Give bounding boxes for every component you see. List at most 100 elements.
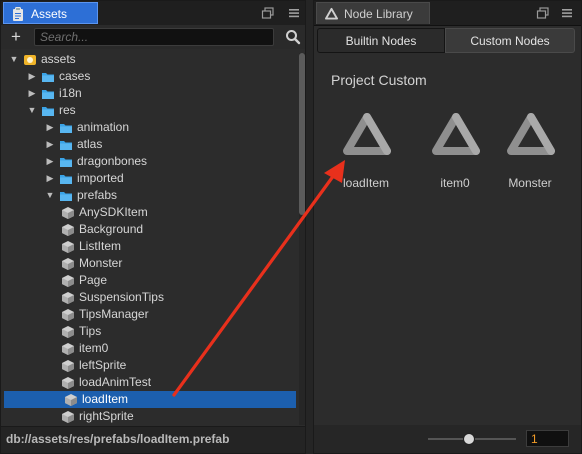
menu-icon[interactable] xyxy=(560,6,574,20)
custom-node-label: Monster xyxy=(508,176,552,190)
tree-item-label: Background xyxy=(79,222,144,236)
cube-icon xyxy=(62,326,74,338)
tree-item-label: res xyxy=(59,103,76,117)
zoom-value-input[interactable] xyxy=(526,430,569,447)
tab-assets-label: Assets xyxy=(31,7,68,21)
tree-item-label: prefabs xyxy=(77,188,118,202)
tree-item-prefab[interactable]: rightSprite xyxy=(1,408,298,425)
tree-item-folder[interactable]: ▼ res xyxy=(1,102,298,119)
tree-item-root[interactable]: ▼ assets xyxy=(1,51,298,68)
chevron-down-icon[interactable]: ▼ xyxy=(45,187,55,204)
tree-item-label: dragonbones xyxy=(77,154,148,168)
cube-icon xyxy=(62,258,74,270)
tree-item-label: ListItem xyxy=(79,239,122,253)
folder-icon xyxy=(42,90,54,99)
chevron-down-icon[interactable]: ▼ xyxy=(9,51,19,68)
asset-tree: ▼ assets ▶ cases ▶ i18n ▼ res ▶ animation ▶ atlas ▶ d… xyxy=(1,51,298,426)
assets-statusbar: db://assets/res/prefabs/loadItem.prefab xyxy=(1,426,305,453)
tree-item-prefab[interactable]: SuspensionTips xyxy=(1,289,298,306)
triangle-node-icon xyxy=(507,113,555,155)
chevron-right-icon[interactable]: ▶ xyxy=(45,170,55,187)
scrollbar-thumb[interactable] xyxy=(299,53,305,215)
tree-item-prefab[interactable]: Background xyxy=(1,221,298,238)
tree-item-label: animation xyxy=(77,120,130,134)
tree-item-label: i18n xyxy=(59,86,82,100)
tree-item-label: assets xyxy=(41,52,76,66)
chevron-down-icon[interactable]: ▼ xyxy=(27,102,37,119)
cube-icon xyxy=(62,224,74,236)
node-library-footer xyxy=(314,425,581,453)
tree-item-prefab[interactable]: item0 xyxy=(1,340,298,357)
tree-item-prefab[interactable]: AnySDKItem xyxy=(1,204,298,221)
tree-item-prefab[interactable]: loadAnimTest xyxy=(1,374,298,391)
tree-item-folder[interactable]: ▶ atlas xyxy=(1,136,298,153)
folder-icon xyxy=(60,175,72,184)
section-title: Project Custom xyxy=(331,72,427,88)
chevron-right-icon[interactable]: ▶ xyxy=(45,119,55,136)
cube-icon xyxy=(62,411,74,423)
tree-item-label: loadItem xyxy=(82,392,129,406)
tree-item-label: Monster xyxy=(79,256,123,270)
folder-icon xyxy=(60,124,72,133)
tree-item-label: TipsManager xyxy=(79,307,149,321)
folder-icon xyxy=(42,73,54,82)
clipboard-icon xyxy=(13,7,23,21)
cube-icon xyxy=(62,275,74,287)
tree-item-prefab[interactable]: TipsManager xyxy=(1,306,298,323)
tree-item-folder[interactable]: ▼ prefabs xyxy=(1,187,298,204)
tree-item-prefab[interactable]: loadItem xyxy=(4,391,296,408)
popout-icon[interactable] xyxy=(261,6,275,20)
custom-node-item[interactable]: item0 xyxy=(420,107,490,197)
tab-node-library-label: Node Library xyxy=(344,7,413,21)
tree-item-prefab[interactable]: leftSprite xyxy=(1,357,298,374)
menu-icon[interactable] xyxy=(287,6,301,20)
assets-panel: Assets + ▼ assets ▶ cases ▶ i18n ▼ res ▶ animatio… xyxy=(0,0,306,454)
zoom-slider-thumb[interactable] xyxy=(462,433,475,445)
tree-item-folder[interactable]: ▶ imported xyxy=(1,170,298,187)
triangle-node-icon xyxy=(432,113,480,155)
tree-item-label: imported xyxy=(77,171,124,185)
search-input[interactable] xyxy=(34,28,274,46)
popout-icon[interactable] xyxy=(536,6,550,20)
tree-item-prefab[interactable]: Monster xyxy=(1,255,298,272)
chevron-right-icon[interactable]: ▶ xyxy=(27,85,37,102)
tree-item-label: rightSprite xyxy=(79,409,134,423)
chevron-right-icon[interactable]: ▶ xyxy=(45,136,55,153)
chevron-right-icon[interactable]: ▶ xyxy=(45,153,55,170)
cube-icon xyxy=(62,241,74,253)
folder-icon xyxy=(60,192,72,201)
tab-node-library[interactable]: Node Library xyxy=(316,2,430,24)
tree-item-folder[interactable]: ▶ i18n xyxy=(1,85,298,102)
custom-node-item[interactable]: loadItem xyxy=(331,107,401,197)
custom-node-label: loadItem xyxy=(342,176,390,190)
triangle-logo-icon xyxy=(325,7,338,20)
node-library-tabbar: Node Library xyxy=(314,1,581,26)
tree-item-folder[interactable]: ▶ dragonbones xyxy=(1,153,298,170)
tree-item-label: Page xyxy=(79,273,108,287)
tree-item-prefab[interactable]: Tips xyxy=(1,323,298,340)
selected-asset-path: db://assets/res/prefabs/loadItem.prefab xyxy=(6,432,230,446)
plus-icon[interactable]: + xyxy=(7,28,25,46)
tree-item-label: loadAnimTest xyxy=(79,375,152,389)
tree-item-label: leftSprite xyxy=(79,358,127,372)
asset-scrollbar[interactable] xyxy=(299,53,305,425)
tree-item-folder[interactable]: ▶ cases xyxy=(1,68,298,85)
cube-icon xyxy=(65,394,77,406)
tab-custom-nodes[interactable]: Custom Nodes xyxy=(445,28,575,53)
custom-node-label: item0 xyxy=(440,176,470,190)
custom-node-item[interactable]: Monster xyxy=(495,107,565,197)
search-icon[interactable] xyxy=(285,29,301,45)
tree-item-prefab[interactable]: ListItem xyxy=(1,238,298,255)
tab-assets[interactable]: Assets xyxy=(3,2,98,24)
zoom-slider[interactable] xyxy=(428,433,516,445)
chevron-right-icon[interactable]: ▶ xyxy=(27,68,37,85)
folder-icon xyxy=(42,107,54,116)
node-library-panel: Node Library Builtin Nodes Custom Nodes … xyxy=(313,0,582,454)
tree-item-label: Tips xyxy=(79,324,102,338)
tab-builtin-nodes[interactable]: Builtin Nodes xyxy=(317,28,445,53)
tree-item-folder[interactable]: ▶ animation xyxy=(1,119,298,136)
cube-icon xyxy=(62,377,74,389)
tree-item-label: SuspensionTips xyxy=(79,290,164,304)
tree-item-prefab[interactable]: Page xyxy=(1,272,298,289)
tree-item-label: AnySDKItem xyxy=(79,205,148,219)
